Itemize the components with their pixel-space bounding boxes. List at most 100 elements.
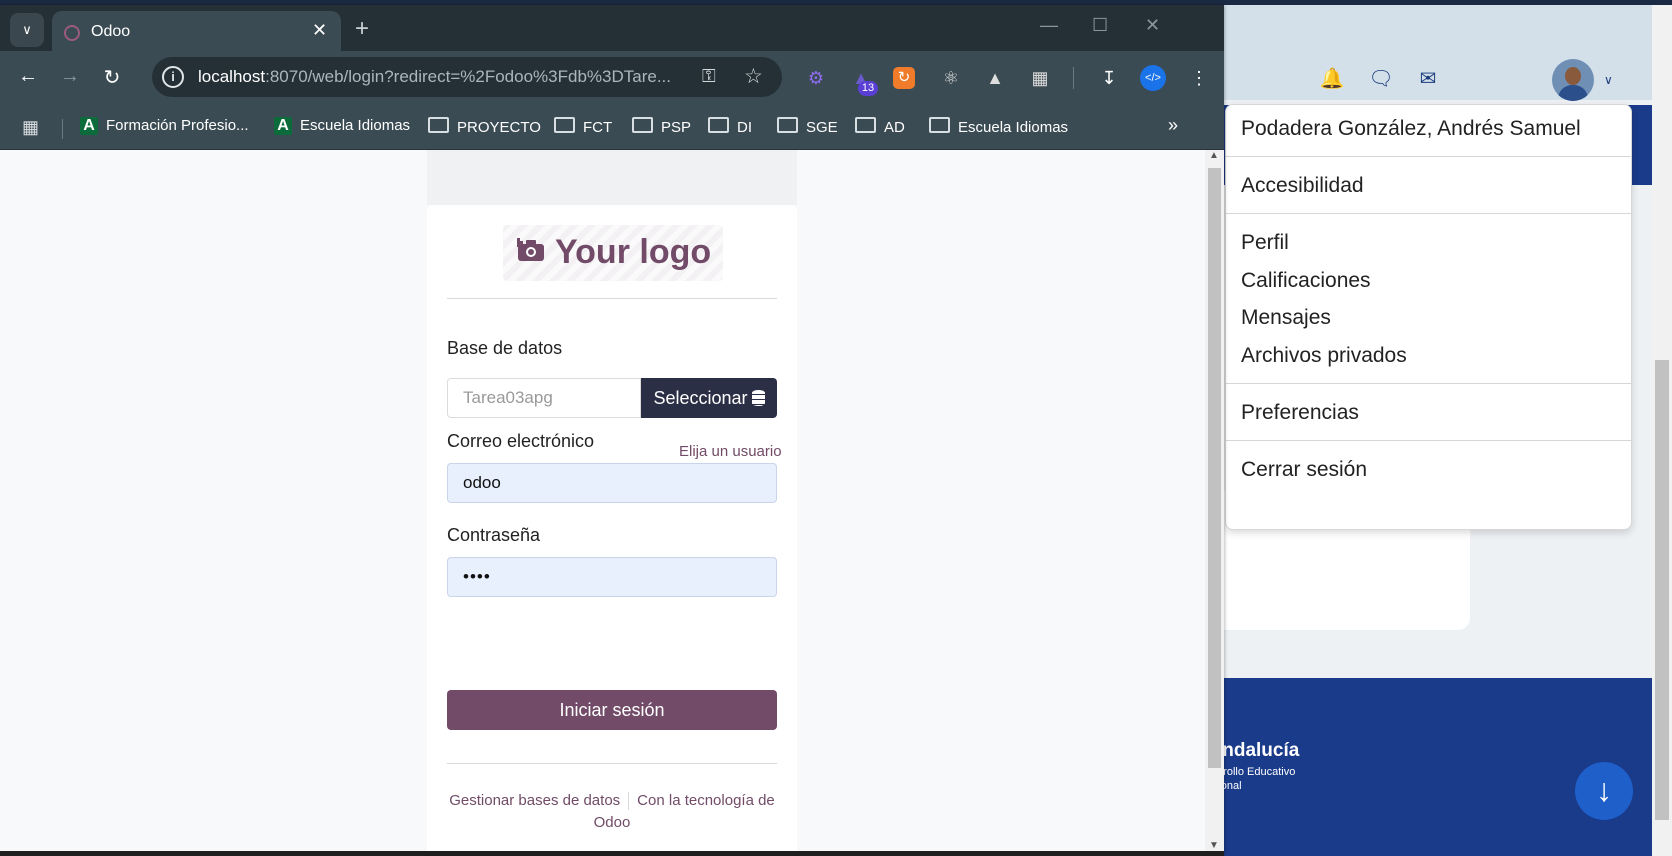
bookmark-folder-escuela-idiomas[interactable]: Escuela Idiomas bbox=[929, 117, 1068, 136]
browser-window: ∨ Odoo ✕ + — ☐ ✕ ← → ↻ i localhost:8070/… bbox=[0, 5, 1224, 856]
bookmark-folder-proyecto[interactable]: PROYECTO bbox=[428, 117, 541, 136]
menu-item-private-files[interactable]: Archivos privados bbox=[1241, 344, 1407, 368]
bookmark-folder-di[interactable]: DI bbox=[708, 117, 752, 136]
bookmark-label: PROYECTO bbox=[457, 119, 541, 136]
download-icon[interactable]: ↧ bbox=[1096, 65, 1122, 91]
bell-icon[interactable]: 🔔 bbox=[1318, 65, 1346, 93]
bookmark-escuela-idiomas[interactable]: A Escuela Idiomas bbox=[274, 117, 410, 135]
logo-text: Your logo bbox=[555, 233, 712, 271]
folder-icon bbox=[632, 117, 653, 133]
star-icon[interactable]: ☆ bbox=[744, 64, 763, 89]
divider bbox=[1226, 383, 1631, 384]
password-field[interactable]: •••• bbox=[447, 557, 777, 597]
folder-icon bbox=[428, 117, 449, 133]
select-database-button[interactable]: Seleccionar bbox=[641, 378, 777, 418]
footer-links: Gestionar bases de datos Con la tecnologí… bbox=[447, 790, 777, 834]
close-icon[interactable]: ✕ bbox=[312, 20, 327, 41]
puzzle-extensions-icon[interactable]: ▦ bbox=[1027, 65, 1053, 91]
database-icon bbox=[751, 390, 765, 406]
divider bbox=[447, 298, 777, 299]
folder-icon bbox=[554, 117, 575, 133]
menu-item-profile[interactable]: Perfil bbox=[1241, 231, 1289, 255]
divider bbox=[628, 792, 630, 811]
select-button-label: Seleccionar bbox=[653, 388, 748, 408]
manage-databases-link[interactable]: Gestionar bases de datos bbox=[449, 792, 620, 809]
tab-odoo[interactable]: Odoo ✕ bbox=[52, 11, 341, 51]
window-close-button[interactable]: ✕ bbox=[1145, 15, 1160, 36]
folder-icon bbox=[777, 117, 798, 133]
divider bbox=[1226, 213, 1631, 214]
powered-by-odoo-link[interactable]: Con la tecnología de Odoo bbox=[594, 792, 775, 831]
menu-item-accessibility[interactable]: Accesibilidad bbox=[1241, 174, 1364, 198]
angular-extension-icon[interactable]: ▲ bbox=[982, 65, 1008, 91]
company-logo: Your logo bbox=[503, 225, 723, 281]
avatar[interactable] bbox=[1552, 59, 1594, 101]
url-host: localhost bbox=[198, 67, 266, 86]
email-label: Correo electrónico bbox=[447, 431, 595, 451]
menu-item-logout[interactable]: Cerrar sesión bbox=[1241, 458, 1367, 482]
scroll-up-icon[interactable]: ▲ bbox=[1209, 150, 1219, 161]
odoo-favicon-icon bbox=[64, 25, 80, 41]
bookmark-folder-fct[interactable]: FCT bbox=[554, 117, 612, 136]
new-tab-button[interactable]: + bbox=[355, 15, 369, 43]
more-bookmarks-icon[interactable]: » bbox=[1168, 115, 1178, 136]
site-info-icon[interactable]: i bbox=[162, 66, 184, 88]
content-scrollbar[interactable]: ▲ ▼ bbox=[1205, 150, 1224, 856]
minimize-button[interactable]: — bbox=[1040, 15, 1058, 36]
bookmark-label: PSP bbox=[661, 119, 692, 136]
divider bbox=[62, 119, 63, 139]
scroll-down-button[interactable]: ↓ bbox=[1575, 762, 1633, 820]
folder-icon bbox=[708, 117, 729, 133]
apps-grid-icon[interactable]: ▦ bbox=[22, 117, 39, 138]
database-label: Base de datos bbox=[447, 338, 563, 358]
menu-item-messages[interactable]: Mensajes bbox=[1241, 306, 1331, 330]
bookmark-label: Formación Profesio... bbox=[106, 117, 249, 134]
bookmark-label: Escuela Idiomas bbox=[300, 117, 411, 134]
browser-toolbar: ← → ↻ i localhost:8070/web/login?redirec… bbox=[0, 51, 1224, 107]
url-text: localhost:8070/web/login?redirect=%2Fodo… bbox=[198, 67, 688, 87]
junta-andalucia-icon: A bbox=[274, 117, 292, 135]
divider bbox=[1073, 67, 1074, 89]
scroll-down-icon[interactable]: ▼ bbox=[1209, 840, 1219, 851]
bookmark-folder-sge[interactable]: SGE bbox=[777, 117, 838, 136]
mail-icon[interactable]: ✉ bbox=[1414, 65, 1442, 93]
react-extension-icon[interactable]: ⚛ bbox=[938, 65, 964, 91]
database-input[interactable]: Tarea03apg bbox=[447, 378, 641, 418]
bookmark-label: Escuela Idiomas bbox=[958, 119, 1069, 136]
chevron-down-icon[interactable]: ∨ bbox=[1604, 73, 1613, 87]
login-button[interactable]: Iniciar sesión bbox=[447, 690, 777, 730]
menu-item-preferences[interactable]: Preferencias bbox=[1241, 401, 1359, 425]
menu-icon[interactable]: ⋮ bbox=[1186, 65, 1212, 91]
tab-search-button[interactable]: ∨ bbox=[10, 13, 44, 47]
sync-extension-icon[interactable]: ↻ bbox=[893, 67, 915, 89]
bookmark-folder-psp[interactable]: PSP bbox=[632, 117, 691, 136]
address-bar[interactable]: i localhost:8070/web/login?redirect=%2Fo… bbox=[152, 57, 782, 97]
bookmark-formacion-profesional[interactable]: A Formación Profesio... bbox=[80, 117, 249, 135]
back-button[interactable]: ← bbox=[14, 65, 42, 88]
login-header-area bbox=[427, 150, 797, 205]
bookmark-folder-ad[interactable]: AD bbox=[855, 117, 905, 136]
reload-button[interactable]: ↻ bbox=[98, 65, 126, 90]
folder-icon bbox=[929, 117, 950, 133]
menu-item-grades[interactable]: Calificaciones bbox=[1241, 269, 1371, 293]
title-bar: ∨ Odoo ✕ + — ☐ ✕ bbox=[0, 5, 1224, 51]
bookmark-label: DI bbox=[737, 119, 752, 136]
extension-badge: 13 bbox=[858, 81, 878, 96]
taskbar-edge bbox=[0, 851, 1224, 856]
gear-extension-icon[interactable]: ⚙ bbox=[803, 65, 829, 91]
email-field[interactable]: odoo bbox=[447, 463, 777, 503]
maximize-button[interactable]: ☐ bbox=[1092, 15, 1108, 36]
page-scrollbar[interactable] bbox=[1652, 5, 1672, 856]
tab-title: Odoo bbox=[91, 23, 131, 40]
chat-icon[interactable]: 🗨 bbox=[1367, 65, 1395, 93]
key-icon[interactable]: ⚿ bbox=[702, 66, 716, 87]
code-extension-icon[interactable]: </> bbox=[1140, 65, 1166, 91]
bookmark-label: AD bbox=[884, 119, 905, 136]
menu-user-name: Podadera González, Andrés Samuel bbox=[1241, 117, 1581, 140]
choose-user-link[interactable]: Elija un usuario bbox=[679, 443, 782, 460]
forward-button[interactable]: → bbox=[56, 65, 84, 88]
divider bbox=[1226, 156, 1631, 157]
bookmarks-bar: ▦ A Formación Profesio... A Escuela Idioma… bbox=[0, 107, 1224, 150]
scrollbar-thumb[interactable] bbox=[1208, 168, 1221, 768]
camera-icon bbox=[517, 238, 544, 261]
